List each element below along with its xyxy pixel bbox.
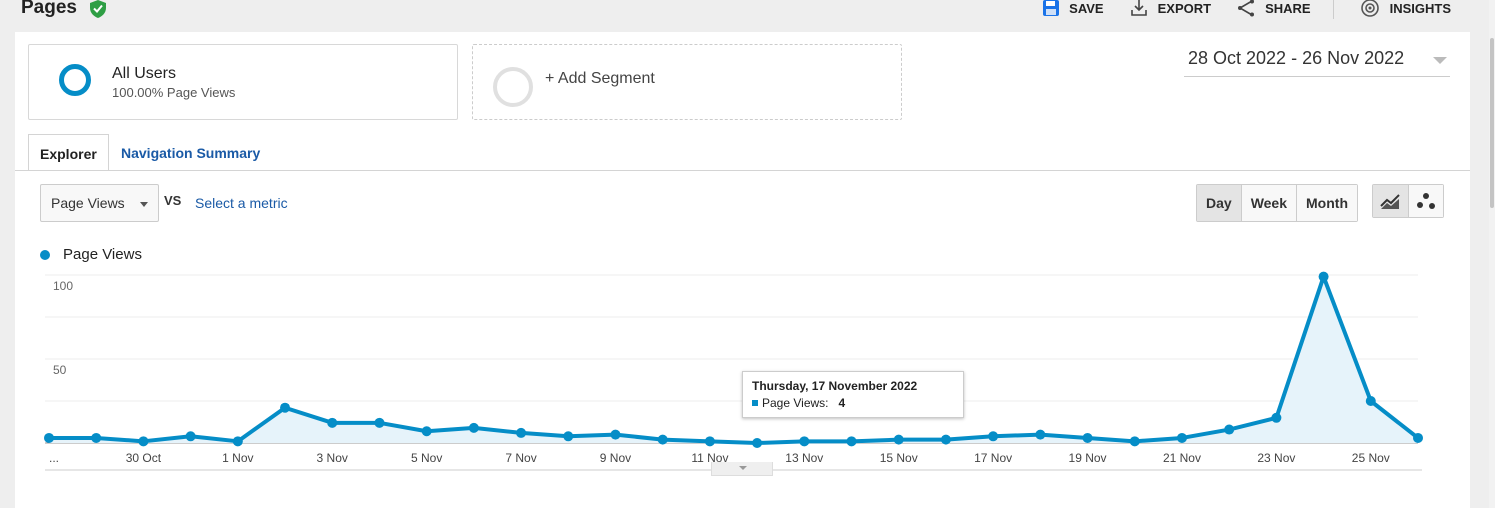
data-point (1082, 432, 1093, 443)
scrollbar-thumb[interactable] (1490, 38, 1494, 208)
data-point (91, 432, 102, 443)
data-point (327, 417, 338, 428)
data-point (752, 438, 763, 448)
data-point (1318, 271, 1329, 282)
y-tick-label: 50 (53, 363, 67, 377)
data-point (185, 431, 196, 442)
data-point (563, 431, 574, 442)
x-tick-label: 30 Oct (126, 451, 162, 465)
data-point (940, 434, 951, 445)
x-tick-label: 9 Nov (600, 451, 631, 465)
x-tick-label: 5 Nov (411, 451, 442, 465)
page-scrollbar[interactable] (1489, 0, 1495, 508)
x-tick-label: 17 Nov (974, 451, 1012, 465)
series-line (49, 274, 1420, 445)
data-point (1176, 432, 1187, 443)
tooltip-swatch (752, 400, 758, 406)
data-point (44, 432, 54, 443)
data-point (1365, 396, 1376, 406)
data-point (1129, 436, 1140, 447)
x-tick-label: 7 Nov (505, 451, 536, 465)
tooltip-metric: Page Views: (762, 396, 829, 410)
data-point (893, 434, 904, 445)
data-point (704, 436, 715, 447)
x-tick-label: 15 Nov (880, 451, 918, 465)
x-tick-label: 19 Nov (1069, 451, 1107, 465)
tooltip-value: 4 (838, 396, 846, 410)
data-point (1271, 412, 1282, 423)
data-point (1035, 429, 1046, 440)
x-tick-label: ... (49, 451, 59, 465)
chart-tooltip: Thursday, 17 November 2022 Page Views: 4 (742, 371, 964, 418)
x-tick-label: 25 Nov (1352, 451, 1390, 465)
series-area (49, 276, 1418, 443)
data-point (232, 436, 243, 447)
x-tick-label: 23 Nov (1257, 451, 1295, 465)
data-point (657, 434, 668, 445)
data-point (988, 431, 999, 442)
x-tick-label: 3 Nov (317, 451, 348, 465)
x-tick-label: 13 Nov (785, 451, 823, 465)
data-point (846, 436, 857, 447)
data-point (374, 417, 385, 428)
tooltip-title: Thursday, 17 November 2022 (752, 379, 918, 393)
page-views-chart: 100 50... 30 Oct 1 Nov 3 Nov 5 Nov 7 Nov 9 Nov 1… (44, 271, 1423, 471)
data-point (421, 426, 432, 437)
data-point (610, 429, 621, 440)
data-point (799, 436, 810, 447)
tooltip-row: Page Views: 4 (752, 396, 954, 410)
x-tick-label: 1 Nov (222, 451, 253, 465)
data-point (138, 436, 149, 447)
data-point (516, 427, 527, 438)
x-tick-label: 21 Nov (1163, 451, 1201, 465)
data-point (468, 422, 479, 433)
data-point (280, 402, 291, 413)
chart-collapse-handle[interactable] (711, 462, 773, 476)
data-point (1224, 424, 1235, 435)
y-tick-label: 100 (53, 279, 73, 293)
data-point (1413, 432, 1423, 443)
